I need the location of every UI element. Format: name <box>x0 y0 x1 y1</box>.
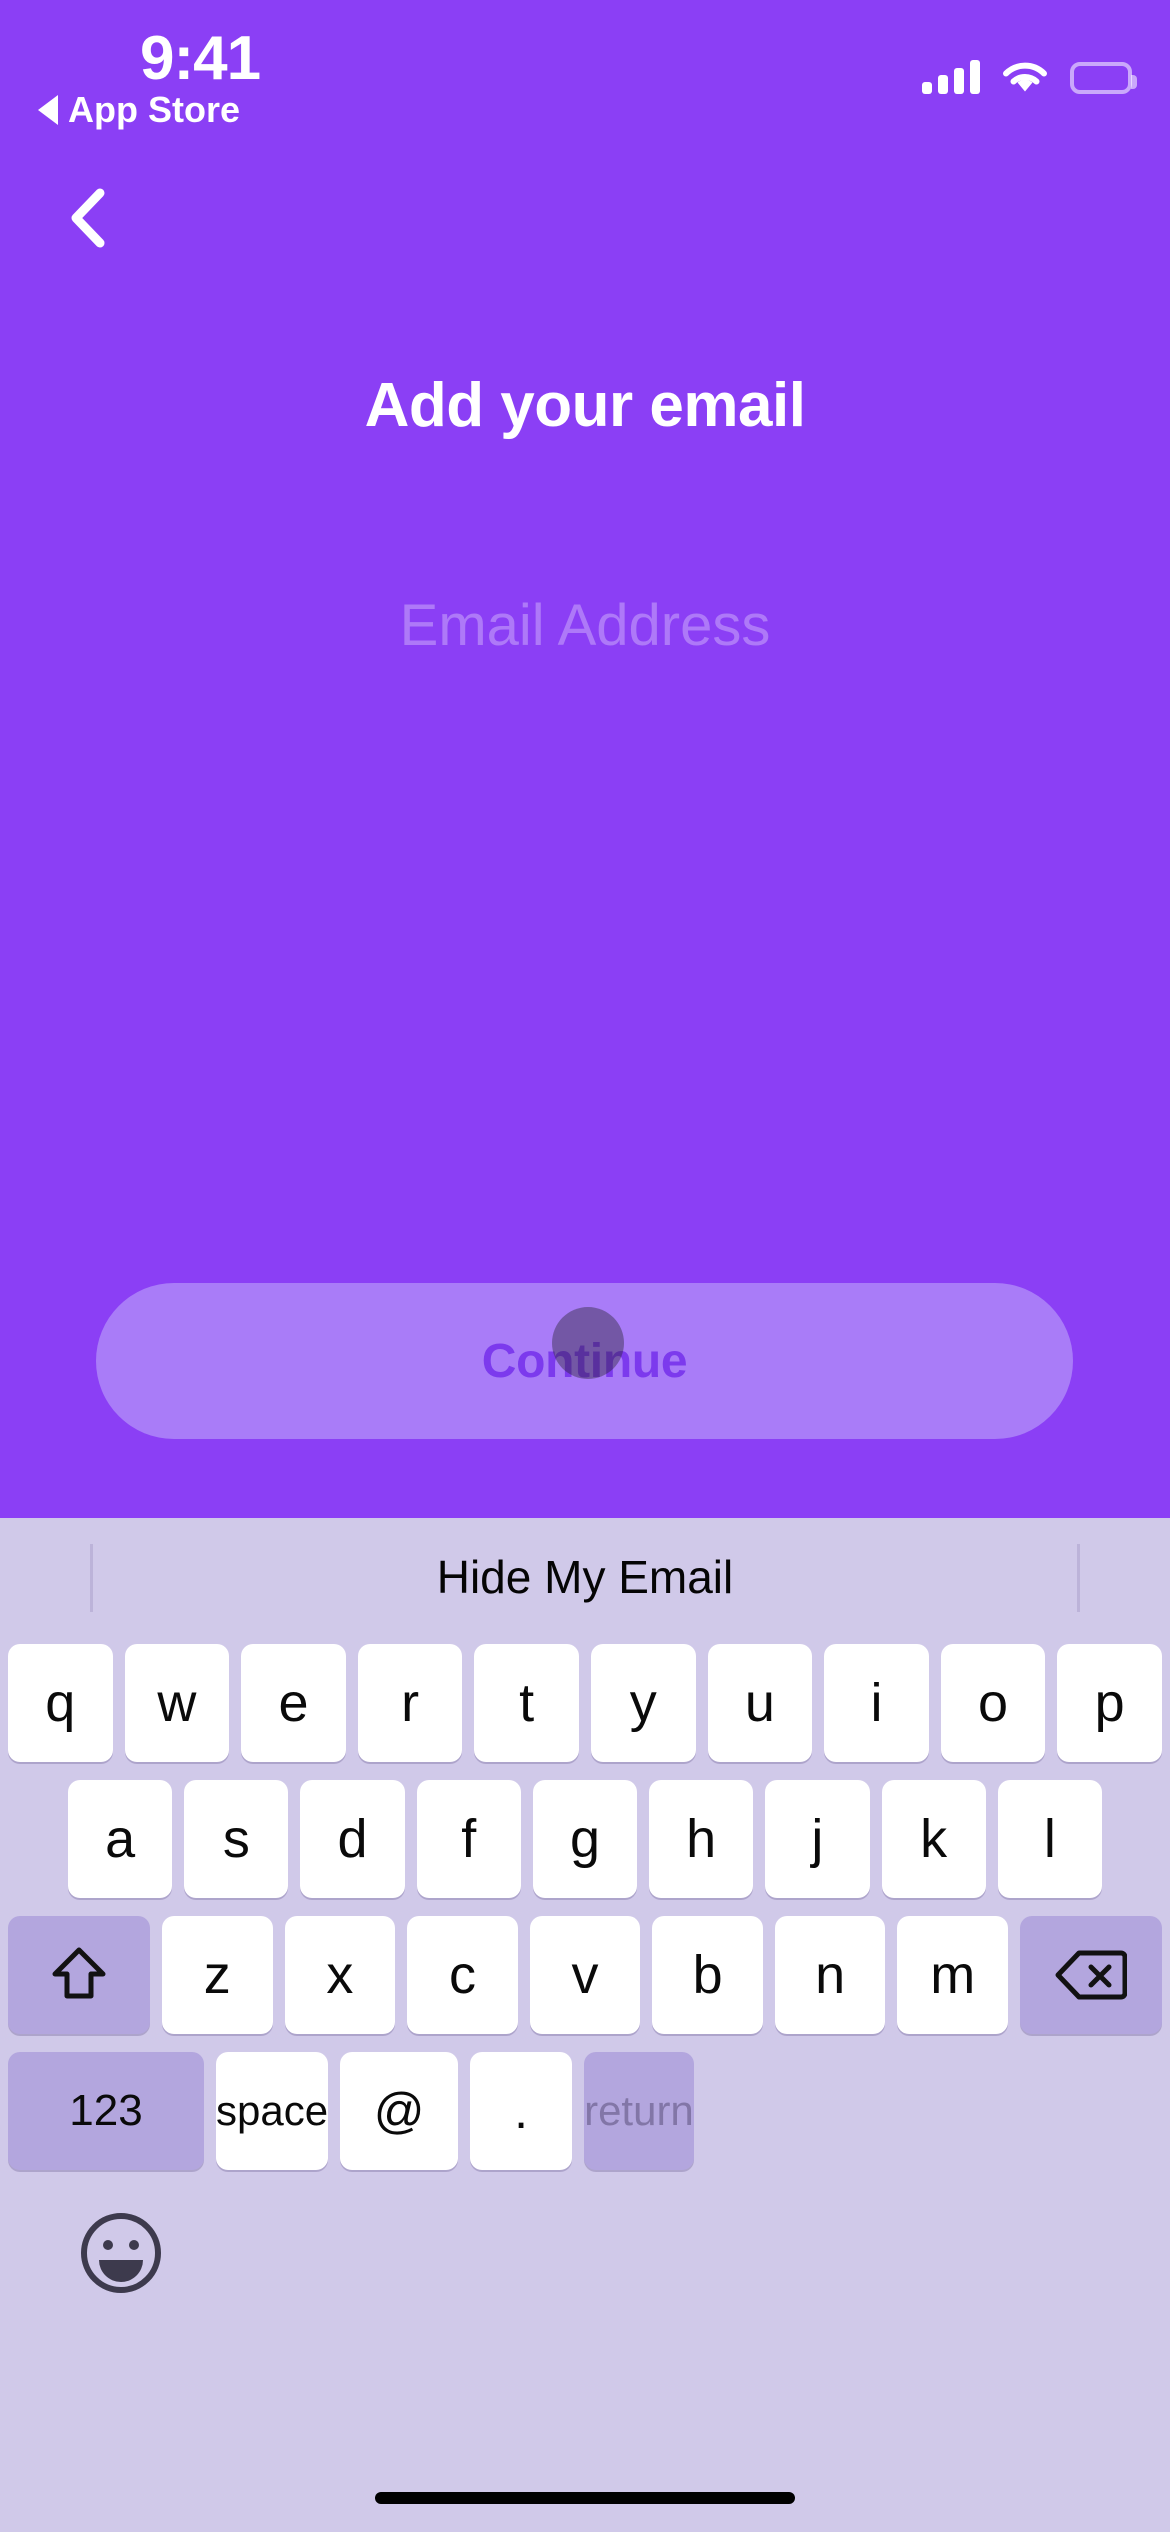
status-bar-time: 9:41 <box>140 24 261 93</box>
battery-full-icon <box>1070 62 1137 94</box>
key-f[interactable]: f <box>416 1780 521 1898</box>
wifi-icon <box>1002 60 1048 94</box>
status-bar-back-to-app[interactable]: App Store <box>38 92 240 128</box>
key-x[interactable]: x <box>284 1916 396 2034</box>
key-l[interactable]: l <box>997 1780 1102 1898</box>
key-u[interactable]: u <box>707 1644 813 1762</box>
prediction-hide-my-email[interactable]: Hide My Email <box>437 1550 734 1604</box>
key-i[interactable]: i <box>824 1644 929 1762</box>
triangle-left-icon <box>38 95 58 125</box>
keyboard-row-3: z x c v b n m <box>0 1916 1170 2034</box>
key-r[interactable]: r <box>357 1644 463 1762</box>
status-bar: 9:41 App Store <box>0 0 1170 140</box>
key-s[interactable]: s <box>184 1780 289 1898</box>
prediction-divider-left <box>90 1544 93 1612</box>
space-key[interactable]: space <box>216 2052 329 2170</box>
key-o[interactable]: o <box>940 1644 1046 1762</box>
period-key[interactable]: . <box>470 2052 573 2170</box>
key-g[interactable]: g <box>532 1780 638 1898</box>
at-key[interactable]: @ <box>340 2052 459 2170</box>
key-b[interactable]: b <box>652 1916 763 2034</box>
cellular-signal-icon <box>922 60 980 94</box>
back-button[interactable] <box>42 175 132 265</box>
keyboard-bottom-row <box>0 2194 1170 2324</box>
prediction-divider-right <box>1077 1544 1080 1612</box>
key-h[interactable]: h <box>649 1780 754 1898</box>
key-y[interactable]: y <box>590 1644 696 1762</box>
chevron-left-icon <box>64 187 110 254</box>
key-e[interactable]: e <box>241 1644 346 1762</box>
key-t[interactable]: t <box>474 1644 579 1762</box>
email-input[interactable] <box>0 570 1170 680</box>
shift-arrow-up-icon <box>51 1944 107 2006</box>
emoji-key[interactable] <box>78 2212 164 2298</box>
onscreen-keyboard: Hide My Email q w e r t y u i o p a s d … <box>0 1518 1170 2532</box>
numbers-key[interactable]: 123 <box>8 2052 204 2170</box>
return-key[interactable]: return <box>584 2052 694 2170</box>
backspace-delete-icon <box>1055 1949 1128 2001</box>
key-k[interactable]: k <box>881 1780 986 1898</box>
keyboard-row-4: 123 space @ . return <box>0 2052 1170 2170</box>
backspace-key[interactable] <box>1020 1916 1163 2034</box>
keyboard-row-2: a s d f g h j k l <box>0 1780 1170 1898</box>
app-screen: 9:41 App Store Add your email Email Addr… <box>0 0 1170 1518</box>
shift-key[interactable] <box>8 1916 150 2034</box>
keyboard-prediction-bar: Hide My Email <box>0 1518 1170 1636</box>
key-w[interactable]: w <box>124 1644 230 1762</box>
key-a[interactable]: a <box>68 1780 173 1898</box>
page-title: Add your email <box>364 371 806 440</box>
home-indicator-bar <box>375 2492 795 2504</box>
status-bar-indicators <box>922 48 1137 94</box>
key-v[interactable]: v <box>529 1916 641 2034</box>
key-z[interactable]: z <box>162 1916 273 2034</box>
key-q[interactable]: q <box>8 1644 113 1762</box>
key-n[interactable]: n <box>774 1916 886 2034</box>
key-m[interactable]: m <box>897 1916 1009 2034</box>
key-d[interactable]: d <box>300 1780 405 1898</box>
key-j[interactable]: j <box>765 1780 870 1898</box>
continue-button[interactable]: Continue <box>96 1283 1073 1439</box>
key-c[interactable]: c <box>407 1916 518 2034</box>
keyboard-row-1: q w e r t y u i o p <box>0 1644 1170 1762</box>
status-bar-back-app-label: App Store <box>68 89 241 130</box>
key-p[interactable]: p <box>1057 1644 1162 1762</box>
emoji-smiley-icon <box>78 2210 164 2301</box>
